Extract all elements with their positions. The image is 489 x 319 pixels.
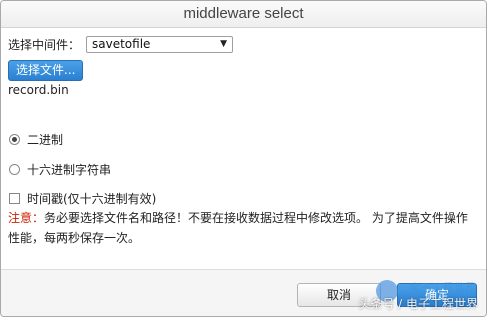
- choose-file-button[interactable]: 选择文件...: [8, 60, 84, 81]
- selected-filename: record.bin: [8, 83, 69, 97]
- notice-prefix: 注意：: [8, 211, 45, 225]
- middleware-label: 选择中间件：: [8, 37, 81, 52]
- watermark-text: 头条号 / 电子工程世界: [358, 297, 478, 311]
- dialog-title: middleware select: [1, 1, 486, 28]
- hex-radio[interactable]: [9, 164, 20, 175]
- timestamp-option[interactable]: 时间戳(仅十六进制有效): [9, 190, 156, 207]
- timestamp-label: 时间戳(仅十六进制有效): [27, 192, 157, 206]
- binary-label: 二进制: [27, 133, 64, 147]
- middleware-select-dialog: middleware select 选择中间件： savetofile ▼ 选择…: [0, 0, 487, 317]
- binary-radio[interactable]: [9, 134, 20, 145]
- dialog-footer: 取消 确定 电子工程世界 头条号 / 电子工程世界: [1, 269, 486, 316]
- dropdown-arrow-icon: ▼: [220, 39, 228, 49]
- middleware-select[interactable]: savetofile ▼: [86, 35, 234, 53]
- notice-text: 注意：务必要选择文件名和路径！不要在接收数据过程中修改选项。 为了提高文件操作性…: [8, 208, 478, 248]
- middleware-row: 选择中间件： savetofile ▼: [8, 35, 234, 53]
- notice-body: 务必要选择文件名和路径！不要在接收数据过程中修改选项。 为了提高文件操作性能，每…: [8, 211, 468, 245]
- binary-option[interactable]: 二进制: [9, 131, 63, 148]
- timestamp-checkbox[interactable]: [9, 193, 20, 204]
- watermark-logo-text: 电子工程世界: [410, 283, 476, 294]
- hex-label: 十六进制字符串: [27, 163, 112, 177]
- hex-option[interactable]: 十六进制字符串: [9, 161, 111, 178]
- middleware-select-value: savetofile: [92, 37, 151, 51]
